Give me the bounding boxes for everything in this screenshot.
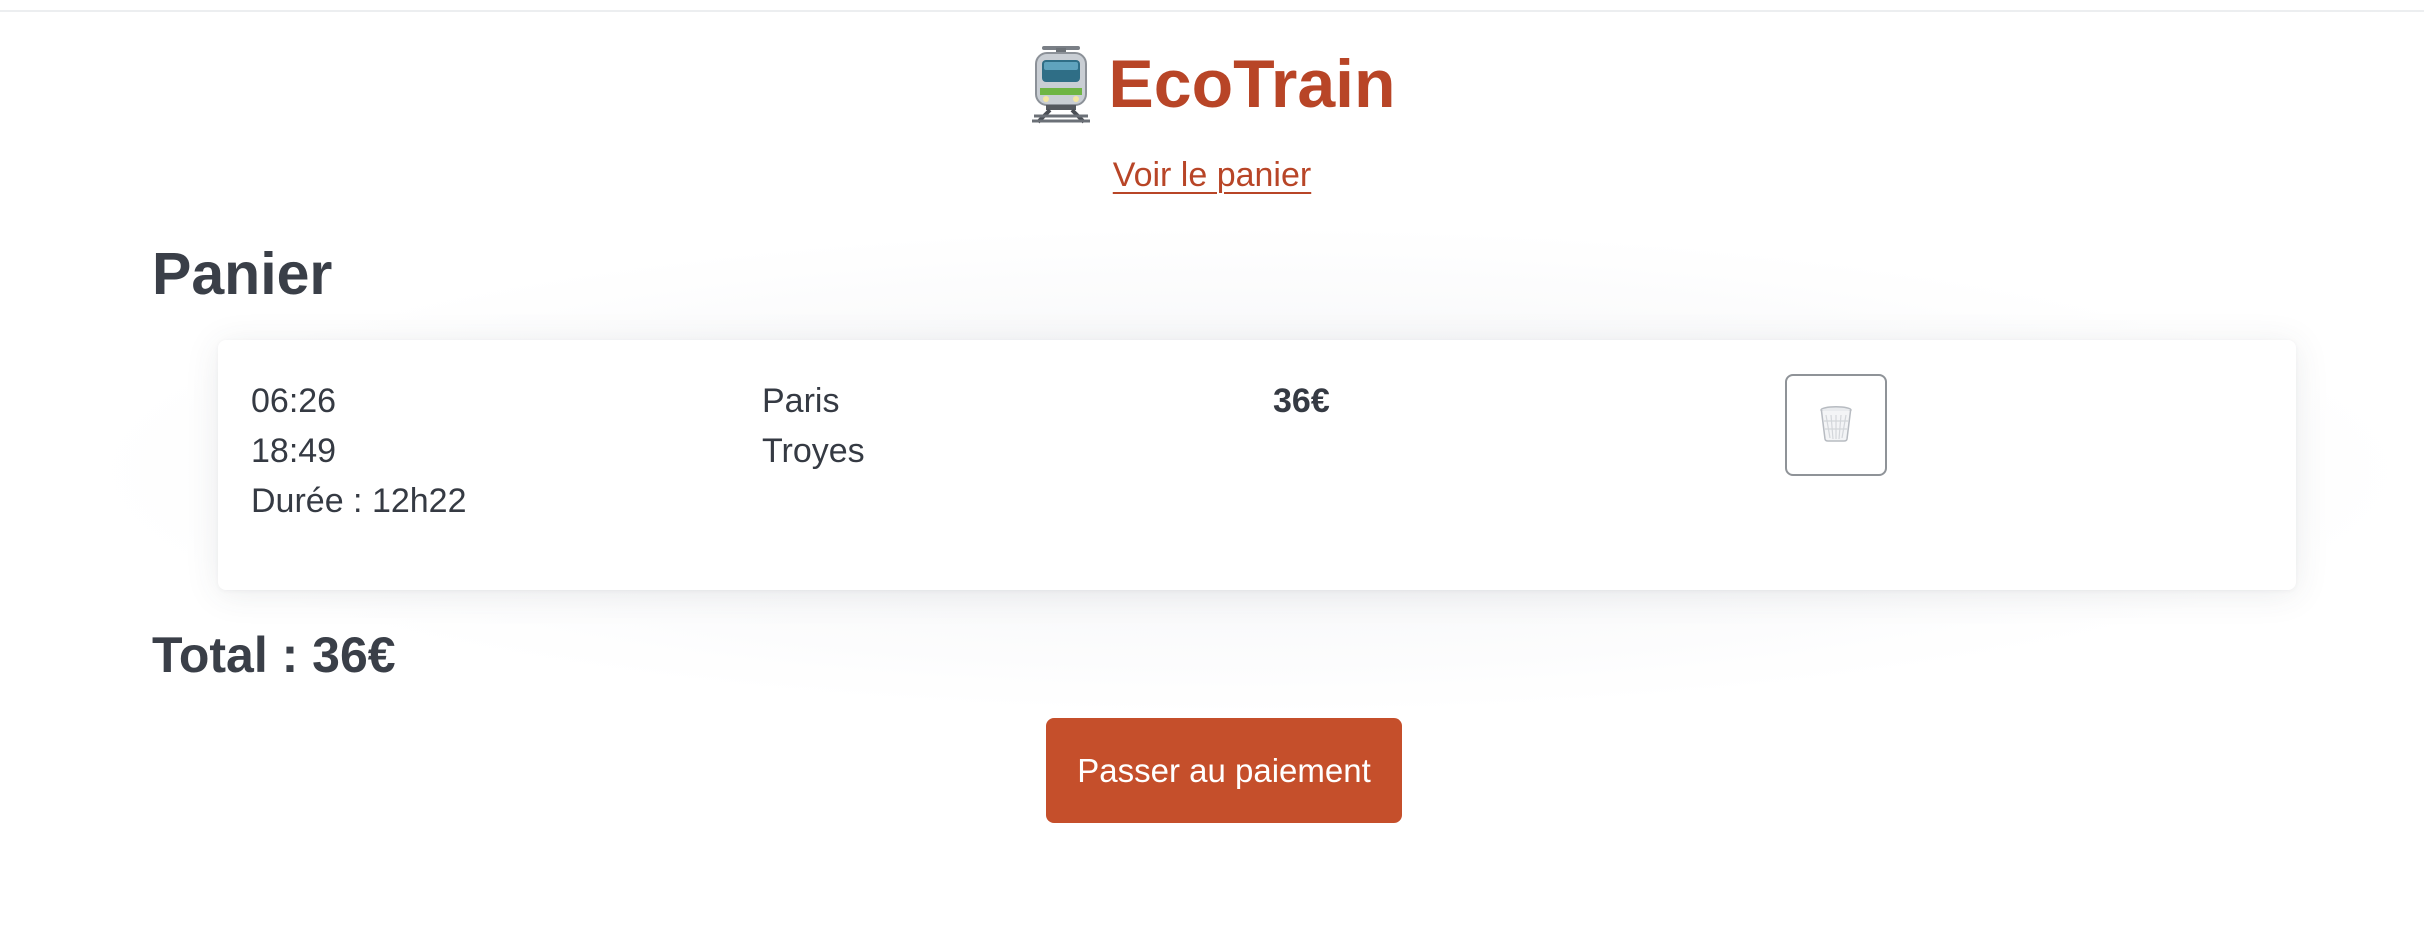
trip-duration: Durée : 12h22 <box>251 482 467 520</box>
nav: Voir le panier <box>0 156 2424 195</box>
cart-total: Total : 36€ <box>152 627 396 683</box>
checkout-button[interactable]: Passer au paiement <box>1046 718 1402 823</box>
destination-city: Troyes <box>762 432 865 470</box>
site-header: EcoTrain <box>0 38 2424 130</box>
departure-time: 06:26 <box>251 382 337 420</box>
trash-icon <box>1818 405 1854 446</box>
origin-city: Paris <box>762 382 840 420</box>
trip-times: 06:26 18:49 Durée : 12h22 <box>251 376 467 526</box>
trip-stations: Paris Troyes <box>762 376 865 476</box>
cart-item-card: 06:26 18:49 Durée : 12h22 Paris Troyes 3… <box>218 340 2296 590</box>
arrival-time: 18:49 <box>251 432 337 470</box>
tram-icon <box>1028 44 1094 124</box>
brand-name: EcoTrain <box>1108 46 1396 122</box>
brand[interactable]: EcoTrain <box>1028 38 1396 130</box>
page-title: Panier <box>152 241 333 307</box>
view-cart-link[interactable]: Voir le panier <box>1113 156 1311 194</box>
top-divider <box>0 10 2424 12</box>
item-price: 36€ <box>1273 382 1330 420</box>
remove-item-button[interactable] <box>1785 374 1887 476</box>
